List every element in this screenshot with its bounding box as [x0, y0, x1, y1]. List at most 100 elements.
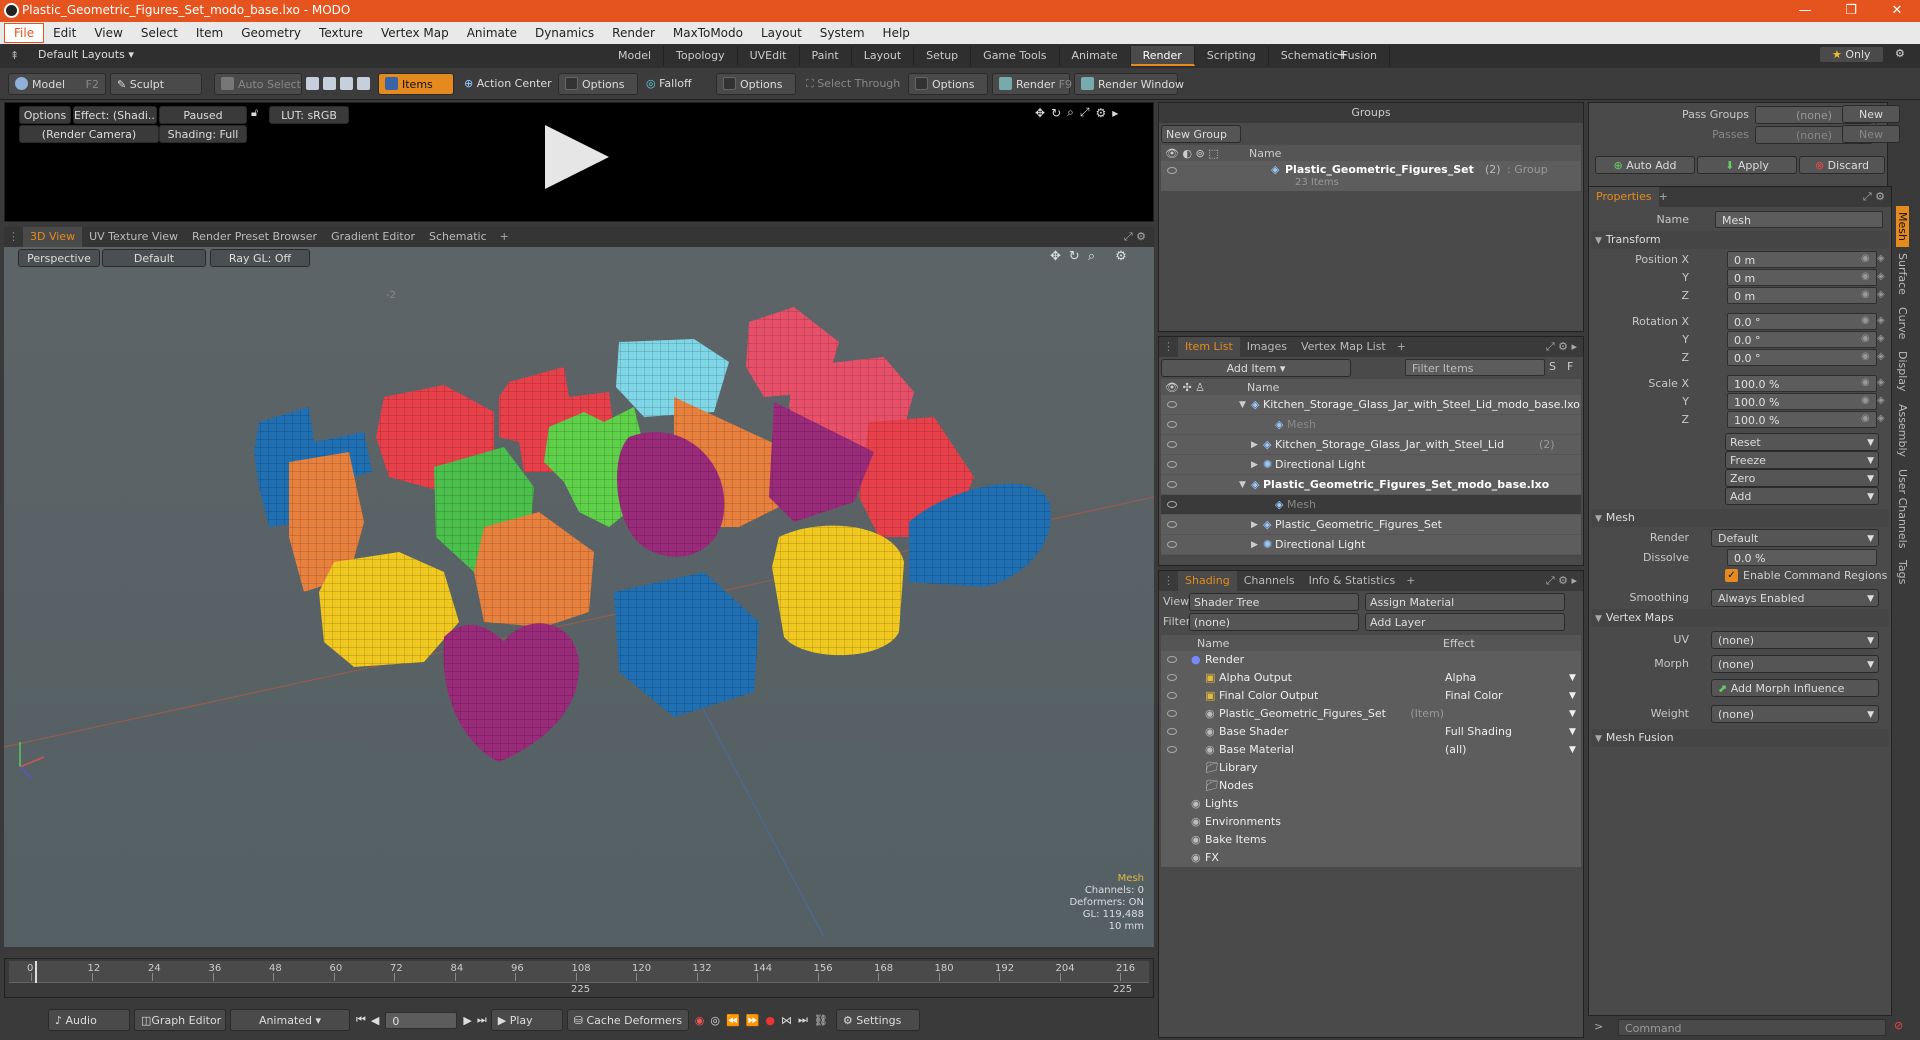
- menu-maxtomodo[interactable]: MaxToModo: [664, 22, 752, 44]
- restore-icon[interactable]: ❐: [1828, 0, 1874, 22]
- new-group-button[interactable]: New Group: [1161, 125, 1241, 143]
- command-input[interactable]: Command: [1618, 1019, 1886, 1036]
- menu-layout[interactable]: Layout: [752, 22, 811, 44]
- viewport-maximize-icon[interactable]: ⤢ ⚙: [1124, 227, 1154, 247]
- visibility-icon[interactable]: [1167, 401, 1177, 408]
- keyframe-icon[interactable]: ◈: [1877, 413, 1885, 424]
- enable-command-regions-checkbox[interactable]: ✓: [1725, 569, 1738, 582]
- dissolve-field[interactable]: 0.0 %: [1727, 549, 1877, 566]
- layout-tab-paint[interactable]: Paint: [800, 46, 852, 66]
- scale-x-field[interactable]: 100.0 %: [1727, 375, 1877, 392]
- render-window-button[interactable]: Render Window: [1074, 72, 1184, 95]
- zero-dropdown[interactable]: Zero ▼: [1725, 469, 1879, 487]
- filter-f-icon[interactable]: F: [1567, 360, 1573, 373]
- key-next-icon[interactable]: ⏩: [746, 1014, 760, 1027]
- layout-tab-topology[interactable]: Topology: [664, 46, 738, 66]
- preview-effect-dropdown[interactable]: Effect: (Shadi...: [73, 106, 157, 124]
- cache-deformers-button[interactable]: ⛁ Cache Deformers: [566, 1009, 689, 1031]
- visibility-icon[interactable]: [1167, 461, 1177, 468]
- item-row[interactable]: ▶ ◈ Kitchen_Storage_Glass_Jar_with_Steel_L…: [1161, 435, 1581, 455]
- channel-dot-icon[interactable]: ◉: [1861, 289, 1870, 300]
- smoothing-dropdown[interactable]: Always Enabled ▼: [1711, 589, 1879, 607]
- model-button[interactable]: Model F2: [8, 72, 106, 95]
- name-field[interactable]: Mesh: [1715, 211, 1883, 228]
- layout-tab-schematic-fusion[interactable]: Schematic Fusion: [1269, 46, 1391, 66]
- itemlist-tab-vertex-map-list[interactable]: Vertex Map List: [1294, 337, 1393, 357]
- graph-editor-button[interactable]: ◫Graph Editor: [134, 1009, 226, 1031]
- filter-s-icon[interactable]: S: [1549, 360, 1556, 373]
- expand-right-icon[interactable]: ▶: [1251, 535, 1258, 555]
- visibility-icon[interactable]: [1167, 421, 1177, 428]
- rotation-y-field[interactable]: 0.0 °: [1727, 331, 1877, 348]
- expand-right-icon[interactable]: ▶: [1251, 455, 1258, 475]
- item-row[interactable]: ▼ ◈ Kitchen_Storage_Glass_Jar_with_Steel_L…: [1161, 395, 1581, 415]
- key-step-icon[interactable]: ⋈: [781, 1014, 792, 1027]
- add-tab-icon[interactable]: +: [1393, 337, 1410, 357]
- materials-mode-icon[interactable]: [357, 77, 370, 90]
- key-icon[interactable]: ◉: [695, 1014, 705, 1027]
- passes-new-button[interactable]: New: [1842, 125, 1900, 143]
- shader-row[interactable]: 📁︎ Library: [1161, 759, 1581, 777]
- minimize-icon[interactable]: —: [1782, 0, 1828, 22]
- layout-arrow-icon[interactable]: ⇞: [10, 49, 19, 62]
- select-options-button[interactable]: Options: [908, 72, 988, 95]
- keyframe-icon[interactable]: ◈: [1877, 333, 1885, 344]
- effect-dropdown-icon[interactable]: ▼: [1569, 723, 1576, 741]
- visibility-icon[interactable]: [1167, 541, 1177, 548]
- falloff-options-button[interactable]: Options: [716, 72, 796, 95]
- link-icon[interactable]: ⛓: [814, 1014, 828, 1027]
- morph-dropdown[interactable]: (none) ▼: [1711, 655, 1879, 673]
- visibility-icon[interactable]: [1167, 501, 1177, 508]
- group-row[interactable]: ◈ Plastic_Geometric_Figures_Set (2) : Gr…: [1161, 161, 1581, 191]
- menu-item[interactable]: Item: [187, 22, 232, 44]
- pass-groups-new-button[interactable]: New: [1842, 105, 1900, 123]
- side-tab-assembly[interactable]: Assembly: [1896, 398, 1909, 463]
- position-z-field[interactable]: 0 m: [1727, 287, 1877, 304]
- weight-dropdown[interactable]: (none) ▼: [1711, 705, 1879, 723]
- menu-animate[interactable]: Animate: [458, 22, 526, 44]
- shader-row[interactable]: ● Render: [1161, 651, 1581, 669]
- falloff-button[interactable]: ◎ Falloff: [640, 72, 712, 95]
- 3d-viewport[interactable]: Perspective Default Ray GL: Off ✥ ↻ ⌕ ⚙ -2: [4, 247, 1154, 947]
- keyframe-icon[interactable]: ◈: [1877, 377, 1885, 388]
- visibility-icon[interactable]: [1167, 710, 1177, 717]
- visibility-icon[interactable]: [1167, 674, 1177, 681]
- preview-lut-dropdown[interactable]: LUT: sRGB: [269, 106, 349, 124]
- add-dropdown[interactable]: Add ▼: [1725, 487, 1879, 505]
- item-row[interactable]: ◈ Mesh: [1161, 495, 1581, 515]
- viewport-tab-3d-view[interactable]: 3D View: [23, 227, 83, 247]
- only-button[interactable]: ★ Only: [1820, 47, 1883, 62]
- apply-button[interactable]: ⬇ Apply: [1697, 156, 1797, 174]
- action-center-button[interactable]: ⊕ Action Center: [458, 72, 554, 95]
- discard-button[interactable]: ⊗ Discard: [1799, 156, 1885, 174]
- viewport-tab-render-preset-browser[interactable]: Render Preset Browser: [185, 227, 324, 247]
- filter-items-input[interactable]: Filter Items: [1405, 359, 1545, 376]
- uv-dropdown[interactable]: (none) ▼: [1711, 631, 1879, 649]
- add-tab-icon[interactable]: +: [1402, 571, 1419, 591]
- shader-row[interactable]: ▣ Final Color Output Final Color ▼: [1161, 687, 1581, 705]
- item-row[interactable]: ▶ ✺ Directional Light: [1161, 455, 1581, 475]
- visibility-icon[interactable]: [1167, 728, 1177, 735]
- item-row[interactable]: ▶ ✺ Directional Light: [1161, 535, 1581, 555]
- shader-row[interactable]: ◉ Plastic_Geometric_Figures_Set (Item) ▼: [1161, 705, 1581, 723]
- menu-render[interactable]: Render: [603, 22, 664, 44]
- shading-tab-shading[interactable]: Shading: [1178, 571, 1237, 591]
- item-row[interactable]: ◈ Mesh: [1161, 415, 1581, 435]
- layout-tab-game-tools[interactable]: Game Tools: [971, 46, 1060, 66]
- viewport-tab-schematic[interactable]: Schematic: [422, 227, 494, 247]
- preview-camera-dropdown[interactable]: (Render Camera): [19, 125, 159, 143]
- expand-right-icon[interactable]: ▶: [1251, 515, 1258, 535]
- visibility-icon[interactable]: [1167, 692, 1177, 699]
- mesh-fusion-section[interactable]: ▼ Mesh Fusion: [1591, 729, 1889, 747]
- menu-file[interactable]: File: [4, 23, 45, 43]
- add-layer-dropdown[interactable]: Add Layer: [1365, 613, 1565, 631]
- close-icon[interactable]: ✕: [1874, 0, 1920, 22]
- assign-material-button[interactable]: Assign Material: [1365, 593, 1565, 611]
- channel-dot-icon[interactable]: ◉: [1861, 271, 1870, 282]
- record-icon[interactable]: ●: [765, 1014, 775, 1027]
- rotation-x-field[interactable]: 0.0 °: [1727, 313, 1877, 330]
- position-x-field[interactable]: 0 m: [1727, 251, 1877, 268]
- menu-vertex-map[interactable]: Vertex Map: [372, 22, 458, 44]
- zoom-icon[interactable]: ⌕: [1067, 105, 1074, 120]
- play-button[interactable]: ▶ Play: [490, 1009, 563, 1031]
